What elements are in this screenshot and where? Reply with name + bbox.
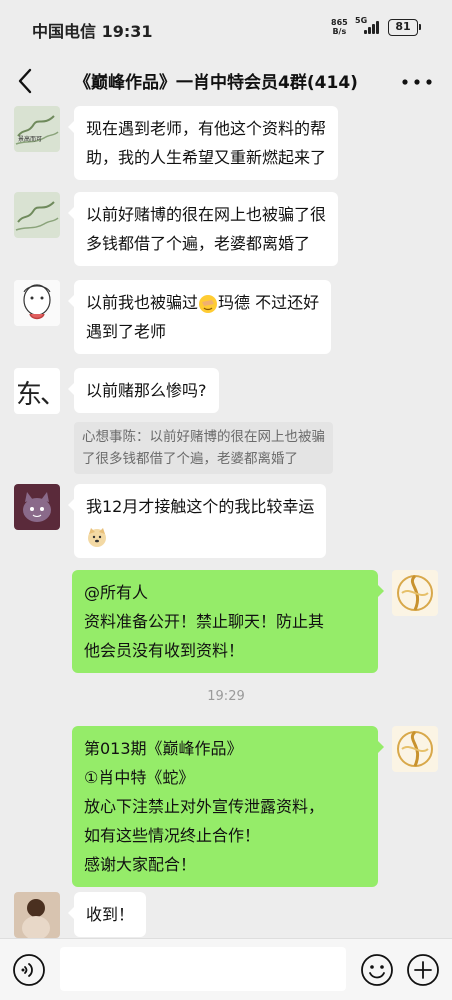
message-text: 第013期《巅峰作品》 bbox=[84, 739, 243, 758]
battery-indicator: 81 bbox=[388, 19, 421, 36]
message-text: 如有这些情况终止合作！ bbox=[84, 826, 261, 845]
input-bar bbox=[0, 938, 452, 1000]
back-arrow-icon[interactable] bbox=[14, 66, 38, 96]
quoted-text: 心想事陈：以前好赌博的很在网上也被骗 bbox=[82, 429, 325, 445]
avatar-self[interactable] bbox=[392, 570, 438, 616]
message-text: 我12月才接触这个的我比较幸运 bbox=[86, 497, 315, 516]
avatar[interactable] bbox=[14, 484, 60, 530]
message-text: 放心下注禁止对外宣传泄露资料， bbox=[84, 797, 325, 816]
message-text: 感谢大家配合！ bbox=[84, 855, 197, 874]
avatar[interactable] bbox=[14, 192, 60, 238]
message-text: 遇到了老师 bbox=[86, 322, 167, 341]
message-text: 收到！ bbox=[86, 905, 135, 924]
avatar[interactable] bbox=[14, 280, 60, 326]
message-text: 玛德 不过还好 bbox=[218, 293, 320, 312]
status-bar: 中国电信 19:31 865 B/s 5G 81 bbox=[0, 0, 452, 56]
plus-icon[interactable] bbox=[406, 953, 440, 987]
message-text: 现在遇到老师，有他这个资料的帮 bbox=[86, 119, 327, 138]
message-bubble[interactable]: 以前好赌博的很在网上也被骗了很 多钱都借了个遍，老婆都离婚了 bbox=[67, 192, 339, 266]
message-bubble[interactable]: 现在遇到老师，有他这个资料的帮 助，我的人生希望又重新燃起来了 bbox=[67, 106, 339, 180]
chat-header: 《巅峰作品》一肖中特会员4群(414) bbox=[0, 56, 452, 106]
message-timestamp: 19:29 bbox=[207, 689, 245, 704]
message-bubble[interactable]: 收到！ bbox=[67, 892, 147, 937]
avatar-label: 东、 bbox=[16, 380, 60, 410]
network-speed-value: 865 bbox=[331, 18, 348, 27]
message-bubble[interactable]: 以前赌那么惨吗? bbox=[68, 368, 219, 413]
avatar[interactable] bbox=[14, 892, 60, 938]
carrier-time: 中国电信 19:31 bbox=[32, 22, 153, 41]
message-text: 助，我的人生希望又重新燃起来了 bbox=[86, 148, 327, 167]
message-bubble[interactable]: 我12月才接触这个的我比较幸运 bbox=[67, 484, 327, 558]
more-dots-icon[interactable] bbox=[400, 78, 434, 86]
message-bubble-self[interactable]: @所有人 资料准备公开！禁止聊天！防止其 他会员没有收到资料！ bbox=[72, 570, 384, 673]
avatar[interactable]: 东、 bbox=[14, 368, 60, 414]
facepalm-emoji-icon bbox=[199, 294, 218, 313]
message-text: 他会员没有收到资料！ bbox=[84, 641, 245, 660]
voice-input-icon[interactable] bbox=[12, 953, 46, 987]
message-text: 以前好赌博的很在网上也被骗了很 bbox=[86, 205, 327, 224]
avatar-label: 景高而可 bbox=[18, 136, 43, 143]
quoted-reply[interactable]: 心想事陈：以前好赌博的很在网上也被骗 了很多钱都借了个遍，老婆都离婚了 bbox=[74, 422, 333, 474]
avatar[interactable]: 景高而可 bbox=[14, 106, 60, 152]
quoted-text: 了很多钱都借了个遍，老婆都离婚了 bbox=[82, 451, 298, 467]
network-speed-unit: B/s bbox=[332, 27, 347, 36]
message-text: 以前赌那么惨吗? bbox=[86, 381, 207, 400]
message-bubble-self[interactable]: 第013期《巅峰作品》 ①肖中特《蛇》 放心下注禁止对外宣传泄露资料， 如有这些… bbox=[72, 726, 384, 887]
signal-icon bbox=[364, 20, 384, 34]
avatar-self[interactable] bbox=[392, 726, 438, 772]
message-text: @所有人 bbox=[84, 583, 149, 602]
message-text: ①肖中特《蛇》 bbox=[84, 768, 195, 787]
message-text: 资料准备公开！禁止聊天！防止其 bbox=[84, 612, 325, 631]
chat-title: 《巅峰作品》一肖中特会员4群(414) bbox=[74, 73, 358, 93]
message-bubble[interactable]: 以前我也被骗过 玛德 不过还好 遇到了老师 bbox=[67, 280, 332, 354]
message-input[interactable] bbox=[60, 947, 346, 991]
emoji-icon[interactable] bbox=[360, 953, 394, 987]
message-list[interactable]: 景高而可 现在遇到老师，有他这个资料的帮 助，我的人生希望又重新燃起来了 以前好… bbox=[0, 106, 452, 938]
message-text: 多钱都借了个遍，老婆都离婚了 bbox=[86, 234, 311, 253]
doge-emoji-icon bbox=[88, 527, 106, 547]
message-text: 以前我也被骗过 bbox=[86, 293, 199, 312]
network-speed: 865 B/s bbox=[331, 18, 348, 36]
